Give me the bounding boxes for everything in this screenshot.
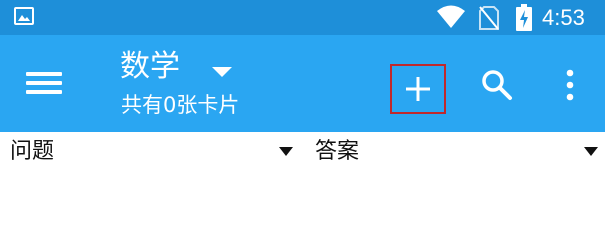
toolbar: 数学 共有0张卡片: [0, 35, 605, 132]
card-list: [0, 172, 605, 243]
wifi-icon: [437, 5, 465, 28]
hamburger-menu-icon[interactable]: [26, 68, 62, 98]
search-icon[interactable]: [480, 68, 514, 102]
plus-icon: [406, 77, 430, 101]
deck-title[interactable]: 数学: [120, 49, 180, 85]
card-browser-screen: 4:53 数学 共有0张卡片 问题 答案: [0, 0, 605, 243]
status-time: 4:53: [542, 5, 585, 30]
dropdown-arrow-icon: [584, 147, 598, 156]
dropdown-arrow-icon: [279, 147, 293, 156]
add-card-button[interactable]: [390, 64, 446, 114]
column-answer-label: 答案: [315, 139, 360, 164]
no-sim-icon: [479, 6, 499, 30]
battery-charging-icon: [516, 4, 532, 31]
more-vert-icon[interactable]: [560, 68, 580, 102]
column-question-label: 问题: [10, 139, 55, 164]
gallery-icon: [14, 7, 34, 25]
card-count: 共有0张卡片: [121, 93, 240, 117]
dropdown-arrow-icon[interactable]: [211, 65, 233, 79]
status-bar: 4:53: [0, 0, 605, 35]
column-answer-selector[interactable]: 答案: [302, 132, 605, 172]
column-question-selector[interactable]: 问题: [0, 132, 302, 172]
